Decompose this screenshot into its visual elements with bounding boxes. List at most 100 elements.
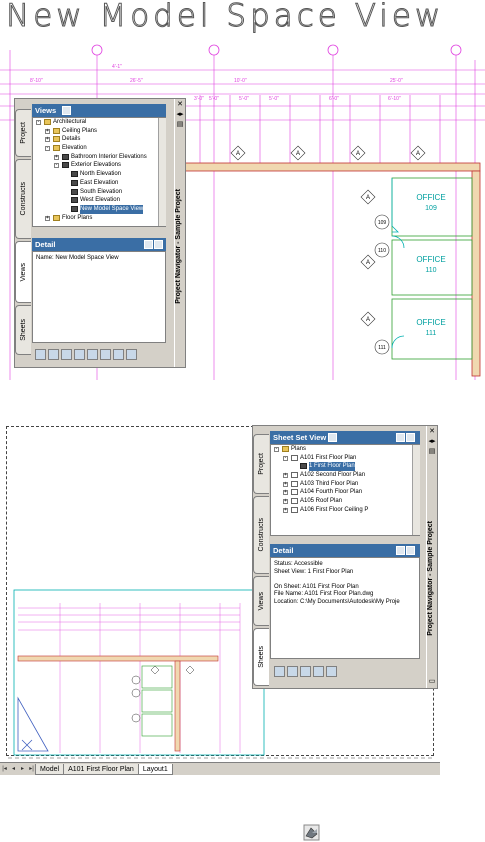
model-views-icon[interactable] bbox=[406, 433, 415, 442]
view-toggle-icon[interactable] bbox=[144, 240, 153, 249]
tree-item[interactable]: + Bathroom Interior Elevations bbox=[33, 153, 165, 162]
project-navigator-palette[interactable]: Project Constructs Views Sheets Sheet Se… bbox=[252, 425, 438, 689]
palette-titlebar[interactable]: ✕ ◂▸ ▤ Project Navigator - Sample Projec… bbox=[426, 426, 437, 688]
tab-label: Views bbox=[258, 591, 265, 611]
tab-layout1[interactable]: Layout1 bbox=[137, 763, 173, 775]
expand-icon[interactable]: + bbox=[54, 154, 59, 160]
properties-icon[interactable]: ▤ bbox=[176, 121, 184, 128]
tree-item[interactable]: - Exterior Elevations bbox=[33, 161, 165, 170]
tree-item[interactable]: South Elevation bbox=[33, 188, 165, 197]
views-scrollbar[interactable] bbox=[158, 118, 166, 226]
palette-tabs: Project Constructs Views Sheets bbox=[253, 426, 269, 688]
expand-icon[interactable]: + bbox=[283, 490, 288, 496]
detail-section-header[interactable]: Detail bbox=[270, 544, 420, 557]
autohide-icon[interactable]: ◂▸ bbox=[176, 111, 184, 118]
collapse-icon[interactable]: - bbox=[36, 120, 41, 125]
sheet-set-section-header[interactable]: Sheet Set View bbox=[270, 431, 420, 444]
collapse-icon[interactable]: - bbox=[274, 447, 279, 452]
view-toggle-icon[interactable] bbox=[396, 546, 405, 555]
detail-section-header[interactable]: Detail bbox=[32, 238, 166, 251]
tree-item[interactable]: + Floor Plans bbox=[33, 214, 165, 223]
detail-line: File Name: A101 First Floor Plan.dwg bbox=[274, 591, 374, 597]
tree-item[interactable]: North Elevation bbox=[33, 170, 165, 179]
expand-icon[interactable]: + bbox=[283, 507, 288, 513]
tree-item[interactable]: + A105 Roof Plan bbox=[271, 497, 419, 506]
close-icon[interactable]: ✕ bbox=[176, 101, 184, 108]
preview-toggle-icon[interactable] bbox=[406, 546, 415, 555]
tree-item[interactable]: + A103 Third Floor Plan bbox=[271, 480, 419, 489]
palette-titlebar[interactable]: ✕ ◂▸ ▤ Project Navigator - Sample Projec… bbox=[174, 99, 185, 367]
tab-sheets[interactable]: Sheets bbox=[253, 628, 269, 686]
tag-letter: A bbox=[236, 151, 240, 157]
sheet-set-scrollbar[interactable] bbox=[412, 445, 420, 535]
collapse-icon[interactable]: - bbox=[283, 455, 288, 461]
autohide-icon[interactable]: ◂▸ bbox=[428, 438, 436, 445]
repath-button[interactable] bbox=[287, 666, 298, 677]
tab-sheets[interactable]: Sheets bbox=[15, 305, 31, 355]
palette-title: Project Navigator - Sample Project bbox=[427, 521, 434, 636]
expand-icon[interactable]: + bbox=[45, 215, 50, 221]
views-tree[interactable]: - Architectural + Ceiling Plans + Details - Ele… bbox=[32, 117, 166, 227]
tab-constructs[interactable]: Constructs bbox=[253, 496, 269, 574]
expand-icon[interactable]: + bbox=[283, 473, 288, 479]
tree-item[interactable]: + A104 Fourth Floor Plan bbox=[271, 488, 419, 497]
tree-item[interactable]: - Plans bbox=[271, 445, 419, 454]
tree-item[interactable]: East Elevation bbox=[33, 179, 165, 188]
collapse-icon[interactable]: - bbox=[54, 163, 59, 169]
expand-icon[interactable]: + bbox=[45, 128, 50, 134]
tree-item[interactable]: New Model Space View bbox=[33, 204, 165, 214]
detail-line: Sheet View: 1 First Floor Plan bbox=[274, 568, 354, 575]
refresh-button[interactable] bbox=[126, 349, 137, 360]
tree-item[interactable]: - Architectural bbox=[33, 118, 165, 127]
tree-item[interactable]: + Details bbox=[33, 135, 165, 144]
first-tab-icon[interactable]: |◂ bbox=[0, 765, 9, 774]
detail-line: Status: Accessible bbox=[274, 561, 323, 567]
info-icon[interactable] bbox=[62, 106, 71, 115]
sheet-set-tree[interactable]: - Plans - A101 First Floor Plan 1 First Floo… bbox=[270, 444, 420, 536]
views-section-header[interactable]: Views bbox=[32, 104, 166, 117]
project-navigator-palette[interactable]: Project Constructs Views Sheets Views - A… bbox=[14, 98, 186, 368]
tree-item[interactable]: + Ceiling Plans bbox=[33, 127, 165, 136]
info-icon[interactable] bbox=[328, 433, 337, 442]
palette-menu-icon[interactable]: ▭ bbox=[428, 678, 436, 685]
new-sheet-button[interactable] bbox=[274, 666, 285, 677]
tab-model[interactable]: Model bbox=[35, 763, 65, 775]
regenerate-button[interactable] bbox=[61, 349, 72, 360]
tab-project[interactable]: Project bbox=[15, 109, 31, 157]
etransmit-button[interactable] bbox=[113, 349, 124, 360]
expand-icon[interactable]: + bbox=[45, 137, 50, 143]
tree-item[interactable]: - A101 First Floor Plan bbox=[271, 454, 419, 463]
tab-project[interactable]: Project bbox=[253, 434, 269, 494]
next-tab-icon[interactable]: ▸ bbox=[18, 765, 27, 774]
close-icon[interactable]: ✕ bbox=[428, 428, 436, 435]
tab-views[interactable]: Views bbox=[15, 241, 31, 303]
tab-constructs[interactable]: Constructs bbox=[15, 159, 31, 239]
prev-tab-icon[interactable]: ◂ bbox=[9, 765, 18, 774]
expand-icon[interactable]: + bbox=[283, 481, 288, 487]
preview-toggle-icon[interactable] bbox=[154, 240, 163, 249]
view-icon bbox=[71, 171, 78, 178]
add-category-button[interactable] bbox=[48, 349, 59, 360]
sheet-set-options-icon[interactable] bbox=[396, 433, 405, 442]
tree-item[interactable]: - Elevation bbox=[33, 144, 165, 153]
publish-button[interactable] bbox=[300, 666, 311, 677]
publish-button[interactable] bbox=[100, 349, 111, 360]
add-view-button[interactable] bbox=[35, 349, 46, 360]
tree-item[interactable]: + A102 Second Floor Plan bbox=[271, 471, 419, 480]
edit-button[interactable] bbox=[74, 349, 85, 360]
tree-item[interactable]: + A106 First Floor Ceiling P bbox=[271, 506, 419, 515]
properties-icon[interactable]: ▤ bbox=[428, 448, 436, 455]
sheets-toolbar bbox=[274, 666, 337, 680]
tab-a101-first-floor-plan[interactable]: A101 First Floor Plan bbox=[63, 763, 139, 775]
expand-icon[interactable]: + bbox=[283, 499, 288, 505]
detail-line bbox=[274, 576, 416, 584]
etransmit-button[interactable] bbox=[313, 666, 324, 677]
tree-item[interactable]: West Elevation bbox=[33, 196, 165, 205]
collapse-icon[interactable]: - bbox=[45, 146, 50, 152]
layout-screenshot: Project Constructs Views Sheets Sheet Se… bbox=[0, 418, 440, 775]
tab-views[interactable]: Views bbox=[253, 576, 269, 626]
folder-icon bbox=[53, 136, 60, 143]
repath-button[interactable] bbox=[87, 349, 98, 360]
tree-item[interactable]: 1 First Floor Plan bbox=[271, 462, 419, 472]
refresh-button[interactable] bbox=[326, 666, 337, 677]
